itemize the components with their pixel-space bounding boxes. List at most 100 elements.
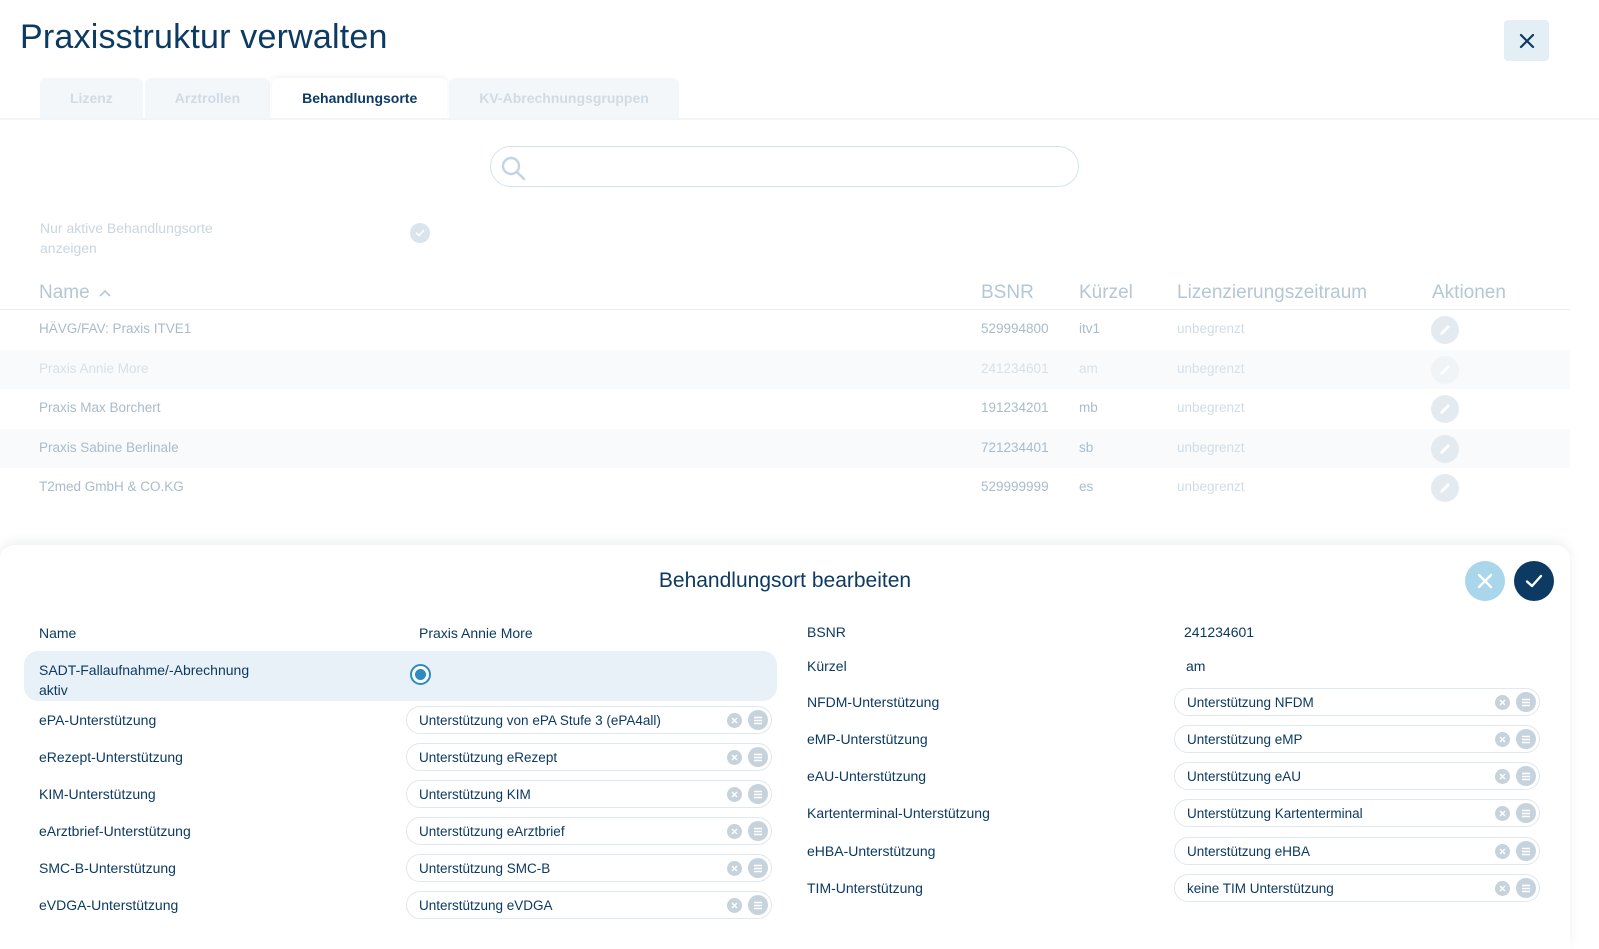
tab-lizenz[interactable]: Lizenz: [40, 78, 143, 118]
clear-icon[interactable]: [727, 787, 742, 802]
tab-behandlungsorte[interactable]: Behandlungsorte: [272, 78, 448, 118]
kim-select[interactable]: Unterstützung KIM: [406, 780, 772, 808]
cancel-button[interactable]: [1465, 561, 1505, 601]
eau-select[interactable]: Unterstützung eAU: [1174, 762, 1540, 790]
clear-icon[interactable]: [727, 750, 742, 765]
dropdown-menu-icon[interactable]: [1516, 878, 1536, 898]
radio-dot: [415, 669, 426, 680]
bsnr-label: BSNR: [807, 624, 846, 640]
check-icon: [415, 229, 425, 237]
edit-button[interactable]: [1431, 395, 1459, 423]
dropdown-menu-icon[interactable]: [1516, 729, 1536, 749]
column-header-kuerzel[interactable]: Kürzel: [1079, 282, 1133, 304]
dropdown-menu-icon[interactable]: [1516, 841, 1536, 861]
table-header: Name BSNR Kürzel Lizenzierungszeitraum A…: [0, 280, 1570, 310]
active-filter-checkbox[interactable]: [410, 223, 430, 243]
table-row[interactable]: T2med GmbH & CO.KG 529999999 es unbegren…: [0, 468, 1570, 508]
edit-button[interactable]: [1431, 474, 1459, 502]
dropdown-menu-icon[interactable]: [748, 784, 768, 804]
select-value: Unterstützung eVDGA: [419, 898, 553, 913]
column-header-lizenz[interactable]: Lizenzierungszeitraum: [1177, 282, 1367, 304]
select-value: Unterstützung Kartenterminal: [1187, 806, 1363, 821]
check-icon: [1525, 574, 1543, 588]
clear-icon[interactable]: [1495, 732, 1510, 747]
dropdown-menu-icon[interactable]: [748, 821, 768, 841]
row-kuerzel: sb: [1079, 439, 1094, 455]
tab-divider: [0, 118, 1599, 120]
tab-kv-abrechnungsgruppen[interactable]: KV-Abrechnungsgruppen: [449, 78, 679, 118]
clear-icon[interactable]: [1495, 844, 1510, 859]
dropdown-menu-icon[interactable]: [1516, 692, 1536, 712]
page-title: Praxisstruktur verwalten: [20, 18, 388, 56]
row-lizenz: unbegrenzt: [1177, 360, 1245, 376]
smcb-select[interactable]: Unterstützung SMC-B: [406, 854, 772, 882]
epa-select[interactable]: Unterstützung von ePA Stufe 3 (ePA4all): [406, 706, 772, 734]
select-value: Unterstützung eHBA: [1187, 844, 1311, 859]
clear-icon[interactable]: [727, 713, 742, 728]
select-value: Unterstützung eMP: [1187, 732, 1303, 747]
dropdown-menu-icon[interactable]: [1516, 803, 1536, 823]
table-row[interactable]: Praxis Sabine Berlinale 721234401 sb unb…: [0, 428, 1570, 468]
select-value: Unterstützung NFDM: [1187, 695, 1314, 710]
sadt-radio[interactable]: [410, 664, 431, 685]
kuerzel-value: am: [1186, 658, 1206, 674]
emp-label: eMP-Unterstützung: [807, 731, 928, 747]
row-lizenz: unbegrenzt: [1177, 400, 1245, 415]
dropdown-menu-icon[interactable]: [748, 895, 768, 915]
clear-icon[interactable]: [1495, 806, 1510, 821]
select-value: Unterstützung eRezept: [419, 750, 558, 765]
pencil-icon: [1440, 443, 1450, 454]
tab-arztrollen[interactable]: Arztrollen: [144, 78, 271, 118]
table-row[interactable]: Praxis Annie More 241234601 am unbegrenz…: [0, 349, 1570, 389]
pencil-icon: [1440, 325, 1450, 335]
edit-button[interactable]: [1431, 434, 1459, 463]
clear-icon[interactable]: [727, 824, 742, 839]
erezept-label: eRezept-Unterstützung: [39, 749, 183, 765]
table-row[interactable]: HÄVG/FAV: Praxis ITVE1 529994800 itv1 un…: [0, 310, 1570, 350]
erezept-select[interactable]: Unterstützung eRezept: [406, 743, 772, 771]
select-value: Unterstützung eArztbrief: [419, 824, 565, 839]
smcb-label: SMC-B-Unterstützung: [39, 860, 176, 876]
column-header-bsnr[interactable]: BSNR: [981, 282, 1034, 304]
close-button[interactable]: [1504, 20, 1549, 61]
clear-icon[interactable]: [727, 861, 742, 876]
nfdm-select[interactable]: Unterstützung NFDM: [1174, 688, 1540, 716]
tim-select[interactable]: keine TIM Unterstützung: [1174, 874, 1540, 902]
dropdown-menu-icon[interactable]: [1516, 766, 1536, 786]
row-lizenz: unbegrenzt: [1177, 479, 1245, 494]
ehba-label: eHBA-Unterstützung: [807, 843, 936, 859]
edit-button[interactable]: [1431, 316, 1459, 344]
row-kuerzel: es: [1079, 479, 1094, 494]
dropdown-menu-icon[interactable]: [748, 710, 768, 730]
edit-panel: Behandlungsort bearbeiten Name Praxis An…: [0, 545, 1570, 949]
emp-select[interactable]: Unterstützung eMP: [1174, 725, 1540, 753]
dropdown-menu-icon[interactable]: [748, 858, 768, 878]
column-header-name[interactable]: Name: [39, 282, 111, 304]
edit-button[interactable]: [1431, 355, 1459, 384]
kartenterminal-select[interactable]: Unterstützung Kartenterminal: [1174, 799, 1540, 827]
close-icon: [1477, 573, 1493, 589]
search-input[interactable]: [490, 146, 1079, 187]
dropdown-menu-icon[interactable]: [748, 747, 768, 767]
row-lizenz: unbegrenzt: [1177, 321, 1245, 336]
clear-icon[interactable]: [727, 898, 742, 913]
close-icon: [1519, 33, 1534, 48]
bsnr-value: 241234601: [1184, 624, 1255, 640]
select-value: Unterstützung KIM: [419, 787, 531, 802]
epa-label: ePA-Unterstützung: [39, 712, 157, 728]
clear-icon[interactable]: [1495, 881, 1510, 896]
save-button[interactable]: [1514, 561, 1554, 601]
earztbrief-select[interactable]: Unterstützung eArztbrief: [406, 817, 772, 845]
row-bsnr: 191234201: [981, 400, 1049, 415]
row-bsnr: 529994800: [981, 321, 1049, 336]
table-row[interactable]: Praxis Max Borchert 191234201 mb unbegre…: [0, 389, 1570, 429]
kim-label: KIM-Unterstützung: [39, 786, 156, 802]
earztbrief-label: eArztbrief-Unterstützung: [39, 823, 191, 839]
row-lizenz: unbegrenzt: [1177, 439, 1245, 455]
clear-icon[interactable]: [1495, 769, 1510, 784]
select-value: Unterstützung SMC-B: [419, 861, 551, 876]
clear-icon[interactable]: [1495, 695, 1510, 710]
sort-ascending-icon: [99, 289, 111, 297]
ehba-select[interactable]: Unterstützung eHBA: [1174, 837, 1540, 865]
evdga-select[interactable]: Unterstützung eVDGA: [406, 891, 772, 919]
